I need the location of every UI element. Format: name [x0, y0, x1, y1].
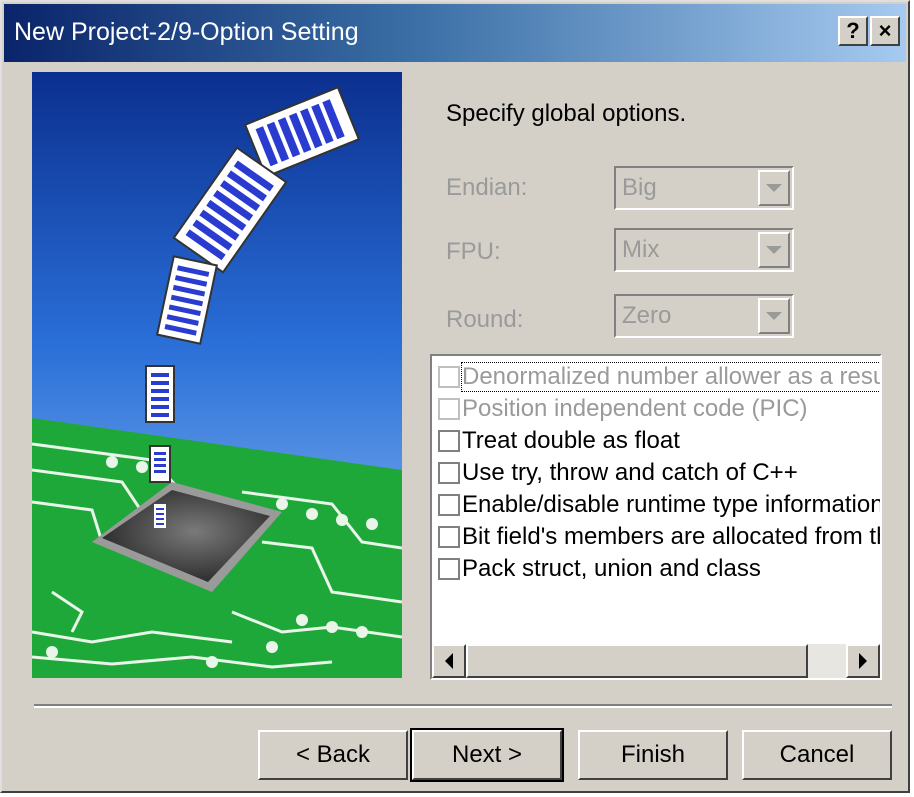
chevron-down-icon[interactable] — [758, 298, 790, 334]
option-label: Bit field's members are allocated from t… — [462, 523, 880, 550]
next-button[interactable]: Next > — [410, 728, 564, 782]
option-label: Treat double as float — [462, 427, 680, 454]
option-double-as-float[interactable]: Treat double as float — [438, 426, 680, 456]
checkbox-icon[interactable] — [438, 494, 460, 516]
instruction-text: Specify global options. — [446, 100, 687, 127]
illustration-graphic — [32, 72, 402, 678]
horizontal-scrollbar[interactable] — [432, 644, 880, 678]
option-rtti[interactable]: Enable/disable runtime type information — [438, 490, 880, 520]
option-label: Use try, throw and catch of C++ — [462, 459, 798, 486]
round-label: Round: — [446, 306, 524, 333]
options-checklist[interactable]: Denormalized number allower as a result … — [430, 354, 882, 680]
checkbox-icon[interactable] — [438, 558, 460, 580]
option-denormalized[interactable]: Denormalized number allower as a result — [438, 362, 880, 392]
option-pic[interactable]: Position independent code (PIC) — [438, 394, 808, 424]
option-label: Denormalized number allower as a result — [460, 362, 880, 392]
chevron-down-icon[interactable] — [758, 170, 790, 206]
options-list-items: Denormalized number allower as a result … — [432, 356, 880, 642]
checkbox-icon[interactable] — [438, 430, 460, 452]
window-title: New Project-2/9-Option Setting — [14, 18, 359, 46]
fpu-select[interactable]: Mix — [614, 228, 794, 272]
scroll-right-icon[interactable] — [846, 644, 880, 678]
dialog-window: New Project-2/9-Option Setting ? × Speci… — [0, 0, 910, 793]
round-select[interactable]: Zero — [614, 294, 794, 338]
divider — [34, 704, 892, 708]
option-try-throw-catch[interactable]: Use try, throw and catch of C++ — [438, 458, 798, 488]
close-button[interactable]: × — [870, 16, 900, 46]
checkbox-icon[interactable] — [438, 366, 460, 388]
wizard-illustration — [32, 72, 402, 678]
scroll-left-icon[interactable] — [432, 644, 466, 678]
help-button[interactable]: ? — [838, 16, 868, 46]
title-bar[interactable]: New Project-2/9-Option Setting ? × — [4, 4, 906, 62]
option-label: Position independent code (PIC) — [462, 395, 808, 422]
fpu-label: FPU: — [446, 238, 501, 265]
chevron-down-icon[interactable] — [758, 232, 790, 268]
checkbox-icon[interactable] — [438, 462, 460, 484]
option-label: Pack struct, union and class — [462, 555, 761, 582]
checkbox-icon[interactable] — [438, 526, 460, 548]
fpu-value: Mix — [622, 236, 660, 263]
finish-button[interactable]: Finish — [578, 730, 728, 780]
round-value: Zero — [622, 302, 672, 329]
scrollbar-thumb[interactable] — [466, 644, 808, 678]
option-label: Enable/disable runtime type information — [462, 491, 880, 518]
cancel-button[interactable]: Cancel — [742, 730, 892, 780]
back-button[interactable]: < Back — [258, 730, 408, 780]
endian-value: Big — [622, 174, 657, 201]
option-bit-field-low[interactable]: Bit field's members are allocated from t… — [438, 522, 880, 552]
endian-label: Endian: — [446, 174, 528, 201]
endian-select[interactable]: Big — [614, 166, 794, 210]
option-pack-struct[interactable]: Pack struct, union and class — [438, 554, 761, 584]
checkbox-icon[interactable] — [438, 398, 460, 420]
